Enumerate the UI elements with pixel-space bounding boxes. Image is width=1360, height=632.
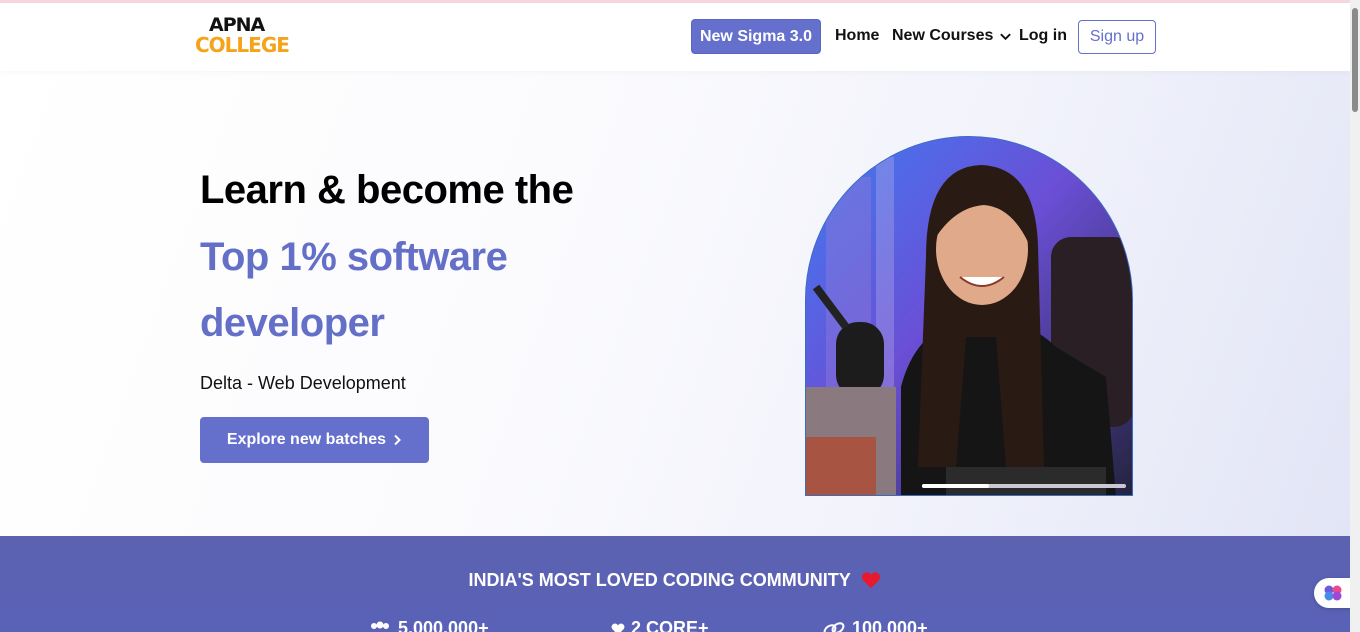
carousel-scroll-thumb[interactable] [922,484,990,488]
nav-home-link[interactable]: Home [835,27,879,45]
stat-views: 2 CORE+ [611,618,709,632]
signup-button[interactable]: Sign up [1078,20,1156,54]
instructor-illustration [806,137,1132,495]
users-icon [371,621,389,629]
community-title: INDIA'S MOST LOVED CODING COMMUNITY [0,570,1350,591]
link-icon [823,621,845,632]
stat-students: 5,000,000+ [368,618,489,632]
stat-views-value: 2 CORE+ [631,618,709,632]
explore-batches-label: Explore new batches [226,431,387,448]
brain-icon [1324,585,1342,601]
stat-connections: 100,000+ [822,618,928,632]
apna-college-logo[interactable]: APNA COLLEGE [195,16,290,58]
chevron-down-icon [1000,33,1012,40]
page-scrollbar-thumb[interactable] [1352,8,1358,112]
explore-batches-button[interactable]: Explore new batches [200,417,429,463]
nav-new-courses-dropdown[interactable]: New Courses [892,27,1012,45]
page-scrollbar[interactable] [1350,0,1360,632]
hero-title-line3: developer [200,301,385,345]
login-link[interactable]: Log in [1019,27,1067,45]
heart-icon [611,622,625,632]
nav-new-courses-label: New Courses [892,27,994,44]
site-header: APNA COLLEGE New Sigma 3.0 Home New Cour… [0,3,1350,71]
hero-instructor-image [805,136,1133,496]
hero-title-line2: Top 1% software [200,235,508,279]
heart-icon [862,572,881,589]
floating-assistant-button[interactable] [1314,578,1352,608]
new-sigma-button[interactable]: New Sigma 3.0 [691,19,821,54]
stat-students-value: 5,000,000+ [398,618,489,632]
carousel-scroll-indicator[interactable] [922,484,1126,488]
hero-title-line1: Learn & become the [200,168,574,212]
community-title-text: INDIA'S MOST LOVED CODING COMMUNITY [468,570,851,590]
hero-subtitle: Delta - Web Development [200,373,406,393]
chevron-right-icon [394,434,401,446]
stat-connections-value: 100,000+ [852,618,928,632]
logo-text-college: COLLEGE [195,33,290,57]
